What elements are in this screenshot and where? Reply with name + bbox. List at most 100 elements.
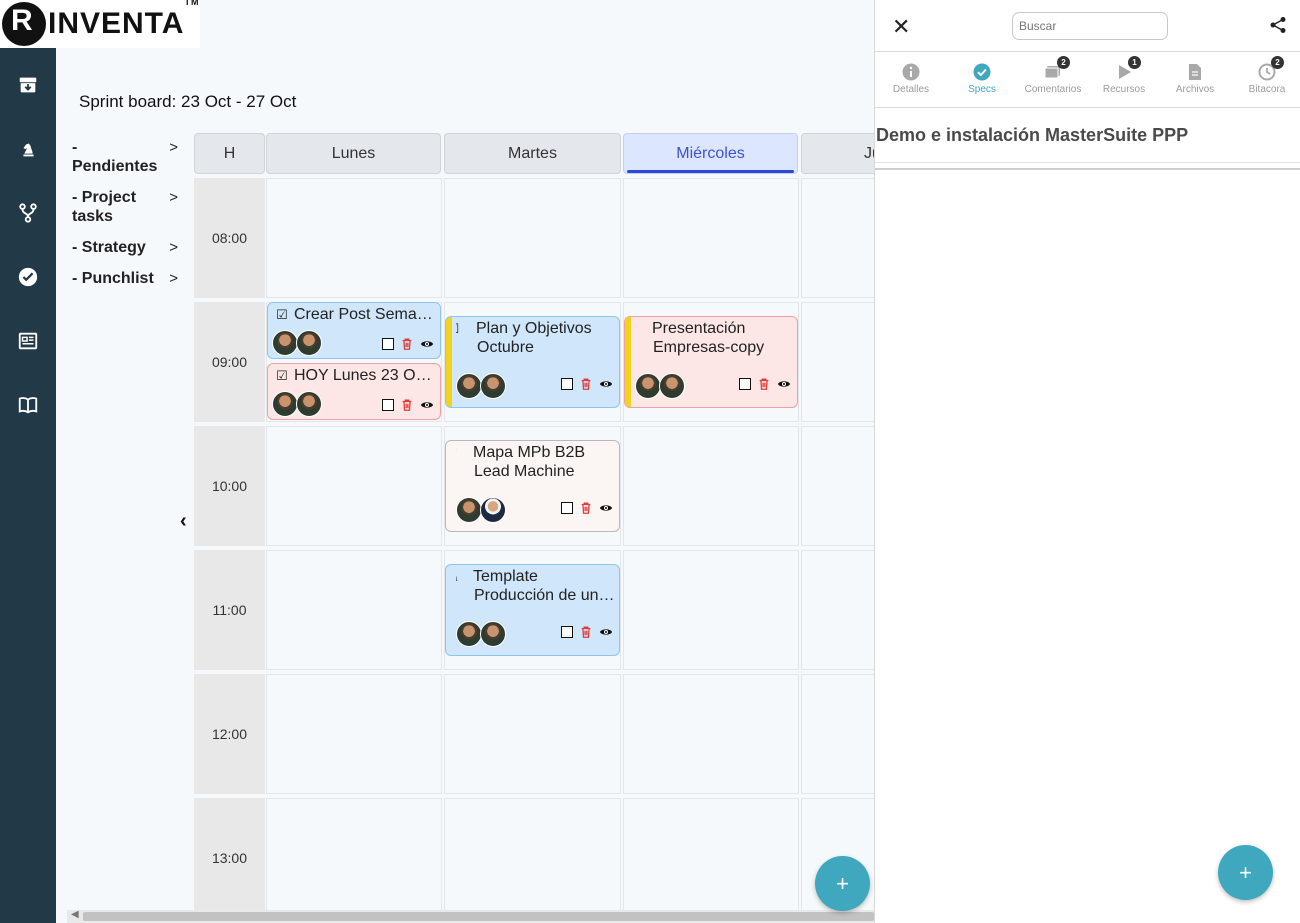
avatar bbox=[659, 373, 685, 399]
time-slot[interactable] bbox=[444, 178, 621, 298]
category-project-tasks[interactable]: - Project tasks > bbox=[72, 188, 182, 226]
tab-archivos[interactable]: Archivos bbox=[1160, 62, 1230, 95]
tab-comentarios[interactable]: 2 Comentarios bbox=[1018, 56, 1088, 95]
trash-icon[interactable] bbox=[579, 377, 593, 391]
eye-icon[interactable] bbox=[599, 501, 613, 515]
branch-icon[interactable] bbox=[16, 201, 40, 225]
clock-icon: 2 bbox=[1257, 56, 1284, 82]
trash-icon[interactable] bbox=[757, 377, 771, 391]
day-header-lunes[interactable]: Lunes bbox=[266, 133, 441, 174]
assignees bbox=[635, 373, 685, 399]
task-card[interactable]: ☑HOY Lunes 23 Octubre bbox=[267, 363, 441, 420]
tab-recursos[interactable]: 1 Recursos bbox=[1089, 56, 1159, 95]
avatar bbox=[296, 391, 322, 417]
tab-detalles[interactable]: Detalles bbox=[876, 62, 946, 95]
time-slot[interactable] bbox=[623, 674, 799, 794]
info-icon bbox=[901, 62, 921, 82]
notification-badge: 2 bbox=[1271, 56, 1284, 69]
time-slot[interactable] bbox=[801, 426, 874, 546]
time-slot[interactable] bbox=[266, 426, 442, 546]
time-slot[interactable] bbox=[623, 550, 799, 670]
time-slot[interactable] bbox=[266, 178, 442, 298]
task-title: Demo e instalación MasterSuite PPP bbox=[876, 125, 1189, 145]
trash-icon[interactable] bbox=[400, 398, 414, 412]
category-pendientes[interactable]: - Pendientes > bbox=[72, 138, 182, 176]
task-detail-panel: ✕ Detalles Specs 2 Comentarios 1 Recurso… bbox=[874, 0, 1300, 923]
hour-label: 08:00 bbox=[194, 178, 265, 298]
book-icon[interactable] bbox=[16, 393, 40, 417]
complete-checkbox[interactable] bbox=[382, 338, 394, 350]
day-header-jueves[interactable]: Ju bbox=[801, 133, 874, 174]
search-input[interactable] bbox=[1012, 12, 1168, 40]
chevron-right-icon: > bbox=[169, 139, 178, 156]
check-circle-icon[interactable] bbox=[16, 265, 40, 289]
checklist-icon: ☑ bbox=[456, 319, 472, 338]
time-slot[interactable] bbox=[801, 674, 874, 794]
time-slot[interactable] bbox=[266, 550, 442, 670]
time-slot[interactable] bbox=[623, 426, 799, 546]
complete-checkbox[interactable] bbox=[739, 378, 751, 390]
time-slot[interactable] bbox=[623, 178, 799, 298]
trash-icon[interactable] bbox=[579, 501, 593, 515]
hour-label: 11:00 bbox=[194, 550, 265, 670]
hour-label: 09:00 bbox=[194, 302, 265, 422]
task-card[interactable]: ☑Plan y Objetivos Octubre bbox=[445, 316, 620, 408]
chess-knight-icon[interactable] bbox=[16, 137, 40, 161]
avatar bbox=[456, 497, 482, 523]
trash-icon[interactable] bbox=[579, 625, 593, 639]
collapse-panel-chevron-left-icon[interactable]: ‹ bbox=[180, 510, 187, 533]
time-slot[interactable] bbox=[444, 674, 621, 794]
complete-checkbox[interactable] bbox=[561, 378, 573, 390]
category-punchlist[interactable]: - Punchlist > bbox=[72, 269, 182, 288]
share-icon[interactable] bbox=[1269, 16, 1287, 39]
logo-mark: R bbox=[2, 2, 46, 46]
eye-icon[interactable] bbox=[420, 337, 434, 351]
day-header-martes[interactable]: Martes bbox=[444, 133, 621, 174]
time-slot[interactable] bbox=[266, 674, 442, 794]
notification-badge: 1 bbox=[1128, 56, 1141, 69]
hour-label: 13:00 bbox=[194, 798, 265, 910]
task-card[interactable]: ⑂Presentación Empresas-copy bbox=[624, 316, 798, 408]
avatar bbox=[272, 391, 298, 417]
task-card[interactable]: ☑ Crear Post Semanal bbox=[267, 302, 441, 359]
trash-icon[interactable] bbox=[400, 337, 414, 351]
comments-icon: 2 bbox=[1043, 56, 1070, 82]
scroll-left-icon[interactable]: ◀ bbox=[71, 909, 79, 920]
complete-checkbox[interactable] bbox=[561, 502, 573, 514]
task-card[interactable]: ⑂Mapa MPb B2B Lead Machine bbox=[445, 440, 620, 532]
time-slot[interactable] bbox=[801, 302, 874, 422]
category-strategy[interactable]: - Strategy > bbox=[72, 238, 182, 257]
category-list: - Pendientes > - Project tasks > - Strateg… bbox=[72, 138, 182, 300]
complete-checkbox[interactable] bbox=[382, 399, 394, 411]
eye-icon[interactable] bbox=[420, 398, 434, 412]
assignees bbox=[272, 330, 322, 356]
inbox-icon[interactable] bbox=[16, 73, 40, 97]
close-icon[interactable]: ✕ bbox=[892, 14, 910, 40]
task-card[interactable]: ♞Template Producción de un… bbox=[445, 564, 620, 656]
time-slot[interactable] bbox=[444, 798, 621, 910]
chevron-right-icon: > bbox=[169, 239, 178, 256]
tab-bitacora[interactable]: 2 Bitacora bbox=[1232, 56, 1300, 95]
time-slot[interactable] bbox=[801, 178, 874, 298]
time-slot[interactable] bbox=[801, 550, 874, 670]
add-task-button[interactable]: + bbox=[815, 856, 870, 911]
hour-label: 12:00 bbox=[194, 674, 265, 794]
day-header-miercoles[interactable]: Miércoles bbox=[623, 133, 798, 174]
eye-icon[interactable] bbox=[599, 625, 613, 639]
hour-column-header: H bbox=[194, 133, 265, 174]
tab-specs[interactable]: Specs bbox=[947, 62, 1017, 95]
eye-icon[interactable] bbox=[599, 377, 613, 391]
avatar bbox=[480, 621, 506, 647]
add-spec-button[interactable]: + bbox=[1218, 845, 1273, 900]
assignees bbox=[456, 621, 506, 647]
scrollbar-thumb[interactable] bbox=[83, 912, 874, 921]
newspaper-icon[interactable] bbox=[16, 329, 40, 353]
complete-checkbox[interactable] bbox=[561, 626, 573, 638]
priority-bar bbox=[625, 317, 631, 407]
checklist-icon: ☑ bbox=[276, 368, 288, 383]
time-slot[interactable] bbox=[623, 798, 799, 910]
board-horizontal-scrollbar[interactable]: ◀ bbox=[67, 909, 874, 923]
assignees bbox=[272, 391, 322, 417]
time-slot[interactable] bbox=[266, 798, 442, 910]
eye-icon[interactable] bbox=[777, 377, 791, 391]
